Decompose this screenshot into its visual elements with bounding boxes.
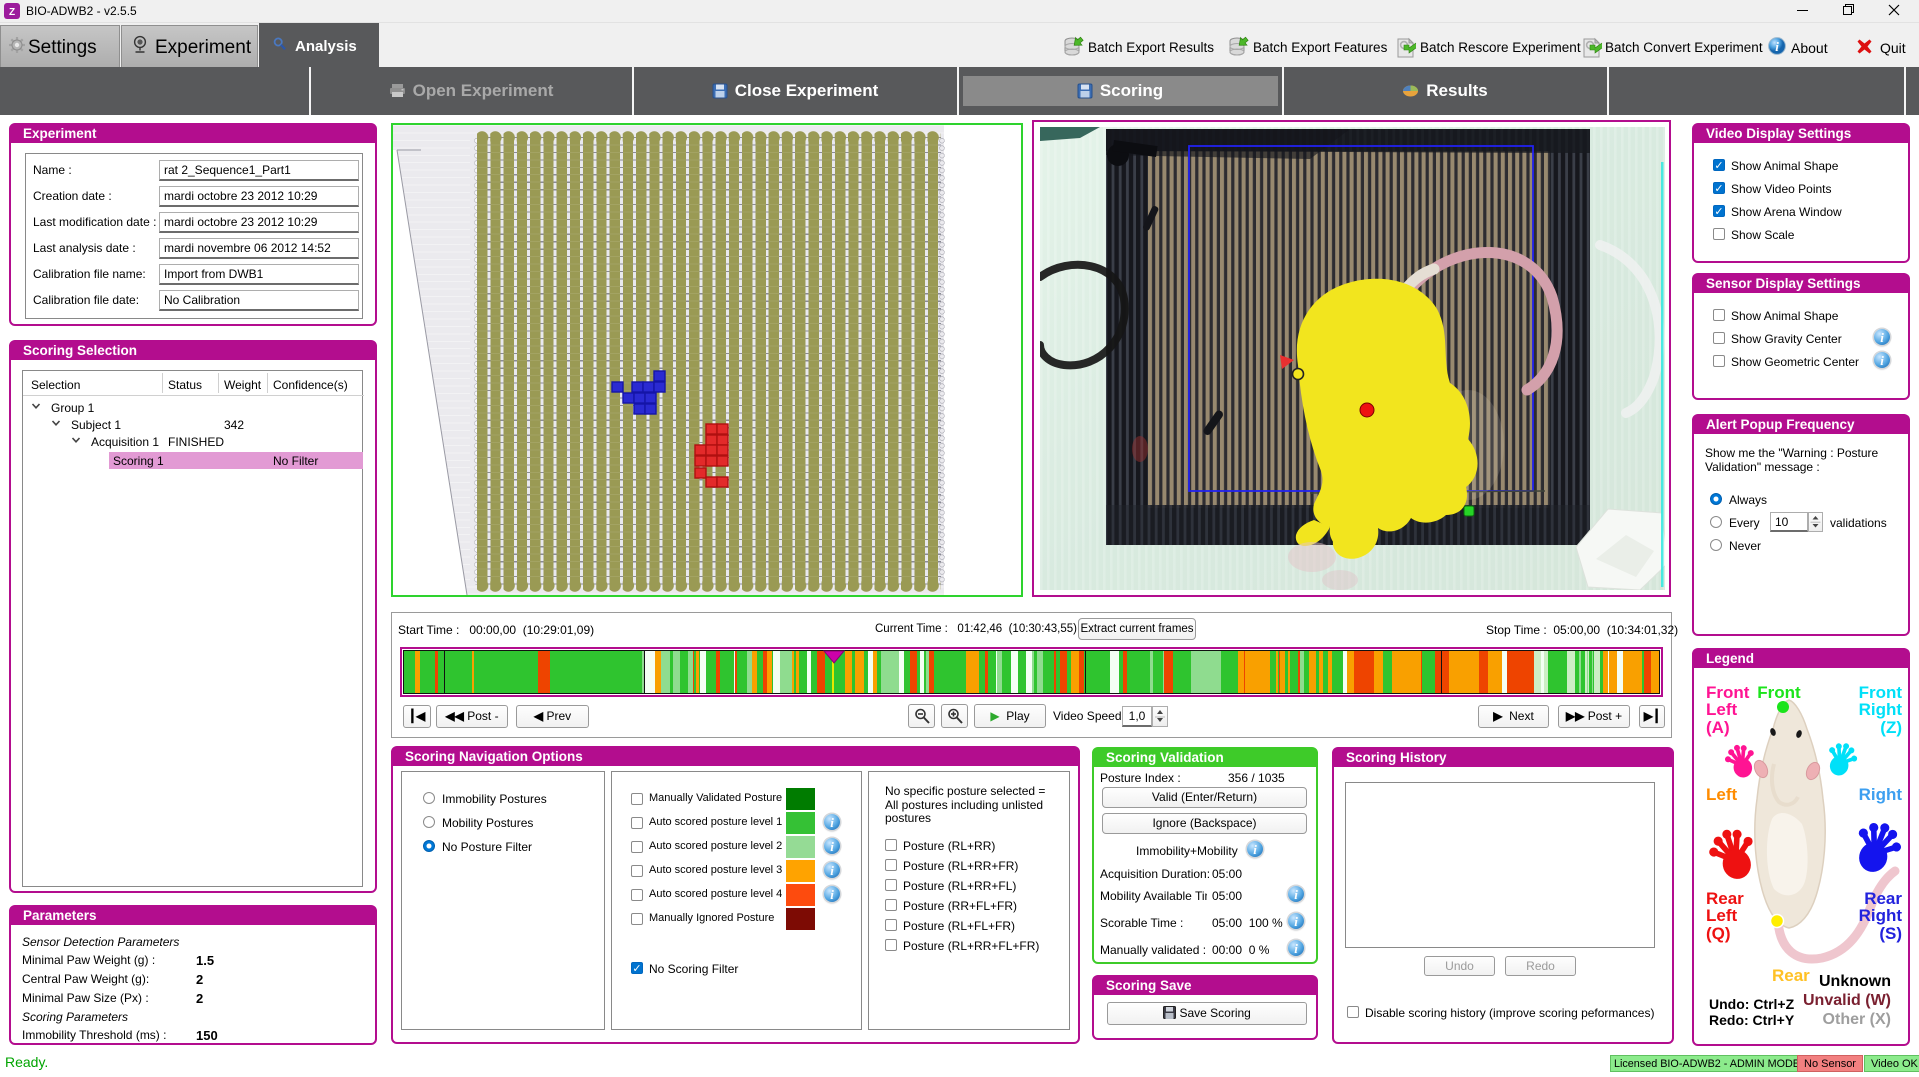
svg-text:Redo: Ctrl+Y: Redo: Ctrl+Y (1709, 1012, 1795, 1028)
svg-text:(Z): (Z) (1880, 718, 1902, 737)
svg-text:Rear: Rear (1772, 966, 1810, 985)
svg-text:Right: Right (1859, 785, 1903, 804)
svg-text:Left: Left (1706, 906, 1738, 925)
svg-text:Undo: Ctrl+Z: Undo: Ctrl+Z (1709, 996, 1795, 1012)
svg-text:Right: Right (1859, 906, 1903, 925)
svg-text:(A): (A) (1706, 718, 1730, 737)
svg-text:Front: Front (1757, 683, 1801, 702)
svg-text:Unvalid (W): Unvalid (W) (1803, 992, 1891, 1009)
svg-text:(S): (S) (1879, 924, 1902, 943)
svg-text:Right: Right (1859, 700, 1903, 719)
svg-text:Unknown: Unknown (1819, 973, 1891, 990)
svg-text:Left: Left (1706, 700, 1738, 719)
svg-text:Left: Left (1706, 785, 1738, 804)
svg-text:(Q): (Q) (1706, 924, 1731, 943)
svg-text:Z: Z (9, 7, 15, 18)
svg-text:Other (X): Other (X) (1823, 1011, 1891, 1028)
svg-text:i: i (1775, 39, 1779, 54)
